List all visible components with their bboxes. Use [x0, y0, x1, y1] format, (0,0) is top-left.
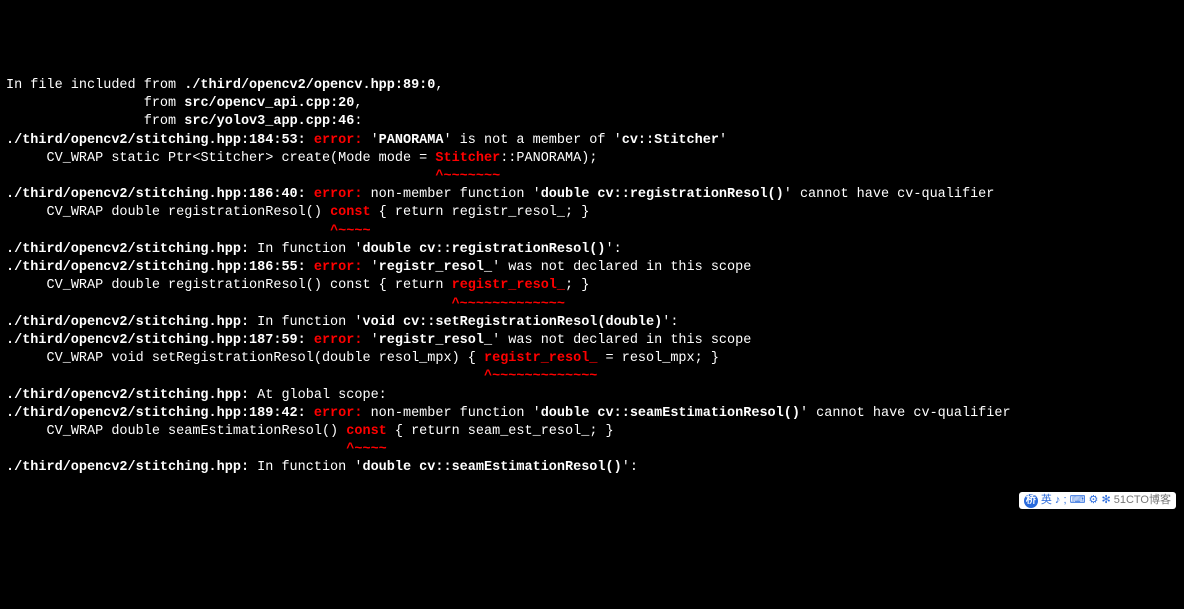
code-line: CV_WRAP double registrationResol() const…	[6, 204, 1178, 222]
context-line: ./third/opencv2/stitching.hpp: At global…	[6, 387, 1178, 405]
context-line: ./third/opencv2/stitching.hpp: In functi…	[6, 314, 1178, 332]
watermark-icon: 桥	[1024, 494, 1038, 508]
error-line: ./third/opencv2/stitching.hpp:187:59: er…	[6, 332, 1178, 350]
code-line: CV_WRAP static Ptr<Stitcher> create(Mode…	[6, 150, 1178, 168]
code-line: CV_WRAP double registrationResol() const…	[6, 277, 1178, 295]
caret-line: ^~~~~~~~~~~~~~	[6, 296, 1178, 314]
caret-line: ^~~~~	[6, 223, 1178, 241]
caret-line: ^~~~~~~~	[6, 168, 1178, 186]
code-line: CV_WRAP double seamEstimationResol() con…	[6, 423, 1178, 441]
context-line: ./third/opencv2/stitching.hpp: In functi…	[6, 241, 1178, 259]
code-line: CV_WRAP void setRegistrationResol(double…	[6, 350, 1178, 368]
watermark: 桥英 ♪ ; ⌨ ⚙ ✻ 51CTO博客	[1019, 492, 1176, 509]
terminal-output: In file included from ./third/opencv2/op…	[6, 77, 1178, 478]
watermark-text: 51CTO博客	[1114, 494, 1171, 506]
watermark-extra: 英 ♪ ; ⌨ ⚙ ✻	[1041, 494, 1111, 506]
include-line: In file included from ./third/opencv2/op…	[6, 77, 1178, 95]
error-line: ./third/opencv2/stitching.hpp:186:40: er…	[6, 186, 1178, 204]
caret-line: ^~~~~~~~~~~~~~	[6, 368, 1178, 386]
caret-line: ^~~~~	[6, 441, 1178, 459]
include-line: from src/opencv_api.cpp:20,	[6, 95, 1178, 113]
context-line: ./third/opencv2/stitching.hpp: In functi…	[6, 459, 1178, 477]
error-line: ./third/opencv2/stitching.hpp:189:42: er…	[6, 405, 1178, 423]
error-line: ./third/opencv2/stitching.hpp:184:53: er…	[6, 132, 1178, 150]
error-line: ./third/opencv2/stitching.hpp:186:55: er…	[6, 259, 1178, 277]
include-line: from src/yolov3_app.cpp:46:	[6, 113, 1178, 131]
